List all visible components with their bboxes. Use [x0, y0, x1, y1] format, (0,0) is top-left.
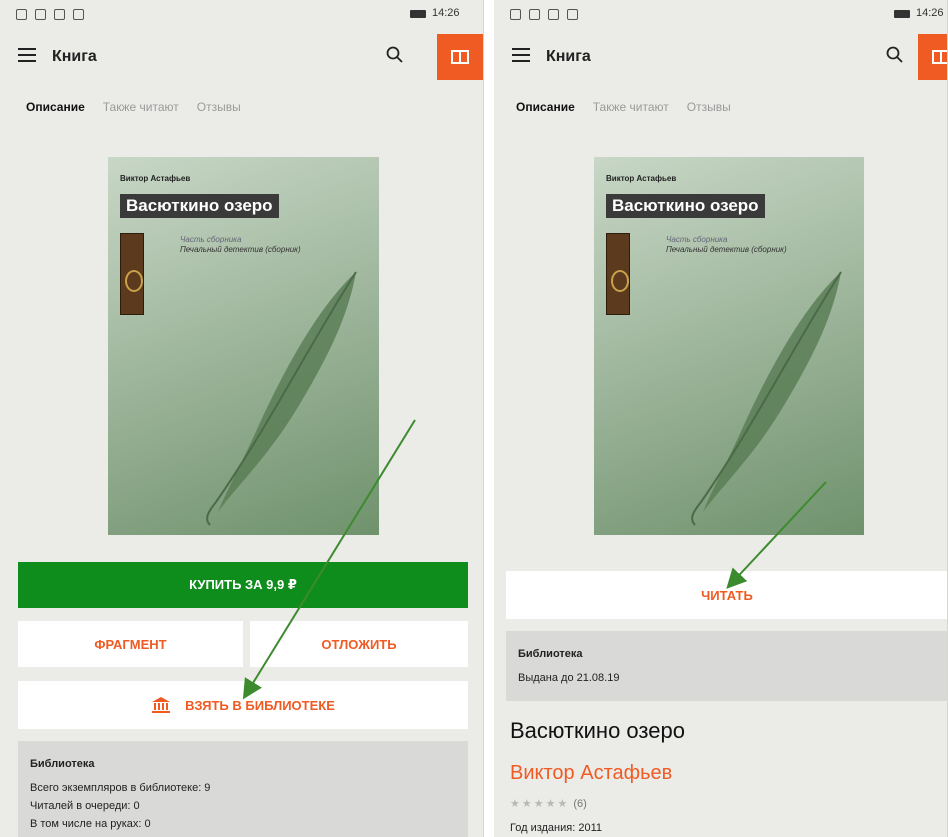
hamburger-menu-icon[interactable] — [18, 48, 36, 62]
hamburger-menu-icon[interactable] — [512, 48, 530, 62]
tab-bar: Описание Также читают Отзывы — [516, 100, 731, 114]
library-total-copies: Всего экземпляров в библиотеке: 9 — [30, 782, 211, 794]
series-name: Печальный детектив (сборник) — [666, 245, 787, 254]
publication-year: Год издания: 2011 — [510, 822, 602, 834]
status-time: 14:26 — [432, 7, 460, 19]
app-bar: Книга — [494, 32, 947, 82]
library-issued-until: Выдана до 21.08.19 — [518, 672, 620, 684]
book-title: Васюткино озеро — [510, 718, 685, 743]
postpone-button[interactable]: ОТЛОЖИТЬ — [250, 621, 468, 667]
status-time: 14:26 — [916, 7, 944, 19]
series-name: Печальный детектив (сборник) — [180, 245, 301, 254]
search-icon[interactable] — [386, 46, 404, 64]
cover-title: Васюткино озеро — [120, 194, 279, 218]
library-on-hand: В том числе на руках: 0 — [30, 818, 151, 830]
buy-button[interactable]: КУПИТЬ ЗА 9,9 ₽ — [18, 562, 468, 608]
page-title: Книга — [546, 48, 591, 65]
tab-also-read[interactable]: Также читают — [593, 100, 669, 114]
borrow-label: ВЗЯТЬ В БИБЛИОТЕКЕ — [185, 697, 335, 713]
library-title: Библиотека — [30, 758, 95, 770]
library-title: Библиотека — [518, 648, 583, 660]
library-building-icon — [152, 697, 171, 713]
cover-author: Виктор Астафьев — [606, 174, 677, 183]
series-label: Часть сборника — [666, 235, 728, 244]
cover-author: Виктор Астафьев — [120, 174, 191, 183]
status-icons — [510, 9, 578, 20]
library-queue: Читалей в очереди: 0 — [30, 800, 140, 812]
library-info-box: Библиотека Выдана до 21.08.19 — [506, 631, 947, 701]
book-cover[interactable]: Виктор Астафьев Васюткино озеро Часть сб… — [108, 157, 379, 535]
page-title: Книга — [52, 48, 97, 65]
book-cover[interactable]: Виктор Астафьев Васюткино озеро Часть сб… — [594, 157, 864, 535]
rating-count: (6) — [573, 798, 587, 810]
open-book-icon — [932, 50, 947, 64]
tab-description[interactable]: Описание — [26, 100, 85, 114]
library-app-tile[interactable] — [437, 34, 483, 80]
left-phone-screen: 14:26 Книга Описание Также читают Отзывы… — [0, 0, 484, 837]
tab-description[interactable]: Описание — [516, 100, 575, 114]
series-label: Часть сборника — [180, 235, 242, 244]
status-bar: 14:26 — [0, 0, 483, 30]
series-book-thumbnail — [606, 233, 630, 315]
series-book-thumbnail — [120, 233, 144, 315]
cover-title: Васюткино озеро — [606, 194, 765, 218]
library-info-box: Библиотека Всего экземпляров в библиотек… — [18, 741, 468, 837]
search-icon[interactable] — [886, 46, 904, 64]
battery-icon — [410, 10, 426, 18]
fragment-button[interactable]: ФРАГМЕНТ — [18, 621, 243, 667]
library-app-tile[interactable] — [918, 34, 947, 80]
open-book-icon — [451, 50, 469, 64]
status-icons — [16, 9, 84, 20]
rating-stars: ★★★★★ (6) — [510, 798, 587, 810]
app-bar: Книга — [0, 32, 483, 82]
status-bar: 14:26 — [494, 0, 947, 30]
battery-icon — [894, 10, 910, 18]
tab-bar: Описание Также читают Отзывы — [26, 100, 241, 114]
borrow-from-library-button[interactable]: ВЗЯТЬ В БИБЛИОТЕКЕ — [18, 681, 468, 729]
right-phone-screen: 14:26 Книга Описание Также читают Отзывы… — [494, 0, 948, 837]
tab-reviews[interactable]: Отзывы — [687, 100, 731, 114]
tab-reviews[interactable]: Отзывы — [197, 100, 241, 114]
book-author-link[interactable]: Виктор Астафьев — [510, 762, 672, 785]
read-button[interactable]: ЧИТАТЬ — [506, 571, 947, 619]
tab-also-read[interactable]: Также читают — [103, 100, 179, 114]
